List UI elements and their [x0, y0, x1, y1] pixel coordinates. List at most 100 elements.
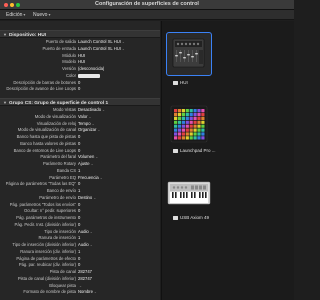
- property-value[interactable]: 0: [78, 148, 80, 155]
- chevron-down-icon: ⌄: [121, 46, 125, 51]
- launchpad-pad: [201, 120, 205, 124]
- property-row: Ranura de inserción 1: [0, 235, 160, 242]
- chevron-down-icon: ⌄: [99, 175, 103, 180]
- property-value[interactable]: 1: [78, 235, 80, 242]
- property-label: Modo de visualización: [34, 113, 76, 119]
- property-dropdown[interactable]: Tempo⌄: [78, 121, 95, 128]
- property-label: Banda CS: [56, 167, 76, 173]
- launchpad-pad: [201, 124, 205, 128]
- property-value[interactable]: 0: [78, 208, 80, 215]
- property-dropdown[interactable]: Launch Control XL HUI⌄: [78, 46, 125, 53]
- property-value[interactable]: 282747: [78, 276, 92, 283]
- property-value[interactable]: HUI: [78, 53, 85, 60]
- launchpad-pad: [197, 128, 201, 132]
- device-section-header[interactable]: ▼ Dispositivo: HUI: [0, 30, 160, 38]
- property-value[interactable]: 0: [78, 134, 80, 141]
- launchpad-device-icon: [170, 105, 208, 143]
- property-value[interactable]: 1: [78, 188, 80, 195]
- property-dropdown[interactable]: Destino⌄: [78, 195, 96, 202]
- property-label: Parámetro del faral: [40, 154, 76, 160]
- launchpad-pad: [193, 136, 197, 140]
- device-launchpad-tile[interactable]: [166, 103, 212, 147]
- chevron-down-icon: ⌄: [95, 155, 99, 160]
- launchpad-pad: [181, 128, 185, 132]
- property-label: Pág. Pedir. Inst. (división inferior): [14, 221, 76, 227]
- launchpad-pad: [185, 116, 189, 120]
- property-value-text: (desconocida): [78, 66, 105, 71]
- inspector-panel: ▼ Dispositivo: HUI Puerto de salida Launch…: [0, 21, 160, 300]
- property-value[interactable]: 0: [78, 202, 80, 209]
- launchpad-pad: [181, 120, 185, 124]
- launchpad-pad: [185, 128, 189, 132]
- property-value-text: 282747: [78, 275, 92, 281]
- disclosure-triangle-icon[interactable]: ▼: [3, 100, 7, 105]
- property-label: Descripción de avance de Live Loops: [6, 86, 76, 92]
- property-dropdown[interactable]: Volumen⌄: [78, 154, 98, 161]
- property-dropdown[interactable]: Valor⌄: [78, 114, 91, 121]
- property-label: Modo Vistas: [53, 107, 76, 112]
- property-row: Tipo de inserción (división inferior) Aud…: [0, 242, 160, 249]
- property-label: Banco hasta que pista de pistas: [16, 134, 76, 139]
- edit-menu[interactable]: Edición▾: [6, 12, 25, 18]
- property-value[interactable]: 0: [78, 215, 80, 222]
- launchpad-pad: [185, 136, 189, 140]
- property-row: Pág. Pedir. Inst. (división inferior) 0: [0, 222, 160, 229]
- property-dropdown[interactable]: Desactivado⌄: [78, 107, 105, 114]
- launchpad-pad: [174, 132, 178, 136]
- property-value[interactable]: 0: [78, 262, 80, 269]
- property-dropdown[interactable]: Ajuste⌄: [78, 161, 94, 168]
- property-label: Modo de visualización de canal: [17, 127, 76, 133]
- launchpad-pad: [181, 116, 185, 120]
- new-menu[interactable]: Nuevo▾: [33, 12, 50, 18]
- property-value[interactable]: 0: [78, 256, 80, 263]
- property-dropdown[interactable]: Launch Control XL HUI⌄: [78, 39, 125, 46]
- device-hui-tile[interactable]: [166, 32, 212, 76]
- launchpad-pad: [201, 112, 205, 117]
- property-value-text: 0: [78, 215, 81, 220]
- device-icon: [173, 80, 178, 85]
- color-swatch[interactable]: [78, 73, 100, 79]
- property-value[interactable]: HUI: [78, 59, 85, 66]
- property-dropdown[interactable]: Organizar⌄: [78, 127, 100, 134]
- property-dropdown[interactable]: Audio⌄: [78, 242, 93, 249]
- property-value[interactable]: (desconocida): [78, 66, 104, 73]
- property-label: Color: [65, 72, 76, 78]
- launchpad-pad: [193, 124, 197, 128]
- launchpad-pad: [185, 124, 189, 128]
- property-row: Bloquear pista ⌄: [0, 283, 160, 290]
- launchpad-pad: [197, 120, 201, 124]
- property-value[interactable]: 0: [78, 141, 80, 148]
- property-value[interactable]: 0: [78, 222, 80, 229]
- property-value[interactable]: 1: [78, 168, 80, 175]
- launchpad-pad: [174, 124, 178, 128]
- device-axiom-tile[interactable]: [166, 172, 212, 216]
- launchpad-pad: [174, 109, 178, 113]
- launchpad-pad: [174, 136, 178, 140]
- property-dropdown[interactable]: Nombre⌄: [78, 289, 97, 296]
- property-value[interactable]: 0: [78, 86, 80, 93]
- property-label: Módulo: [62, 52, 76, 58]
- launchpad-pad: [185, 120, 189, 124]
- disclosure-triangle-icon[interactable]: ▼: [3, 32, 7, 37]
- property-value[interactable]: 0: [78, 80, 80, 87]
- launchpad-pad: [201, 136, 205, 140]
- chevron-down-icon: ⌄: [102, 108, 106, 112]
- property-value-text: Audio: [78, 242, 89, 247]
- property-label: Ranura inserción (div. inferior): [20, 248, 76, 254]
- chevron-down-icon: ⌄: [88, 114, 92, 119]
- property-value[interactable]: 0: [78, 181, 80, 188]
- property-row: Página de parámetros "Todas las EQ" 0: [0, 181, 160, 188]
- property-dropdown[interactable]: Frecuencia⌄: [78, 175, 103, 182]
- property-value[interactable]: 1: [78, 249, 80, 256]
- property-value[interactable]: 282747: [78, 269, 92, 276]
- property-value-text: HUI: [78, 59, 86, 65]
- property-row: Puerto de salida Launch Control XL HUI⌄: [0, 39, 160, 46]
- property-row: Página de parámetros de efecto 0: [0, 256, 160, 263]
- property-value-text: Audio: [78, 228, 89, 234]
- launchpad-pad: [193, 128, 197, 132]
- chevron-down-icon: ⌄: [121, 40, 125, 44]
- property-dropdown[interactable]: Audio⌄: [78, 229, 93, 236]
- property-dropdown[interactable]: ⌄: [78, 283, 82, 290]
- property-value-text: Frecuencia: [78, 174, 99, 180]
- group-section-header[interactable]: ▼ Grupo CS: Grupo de superficie de contro…: [0, 98, 160, 106]
